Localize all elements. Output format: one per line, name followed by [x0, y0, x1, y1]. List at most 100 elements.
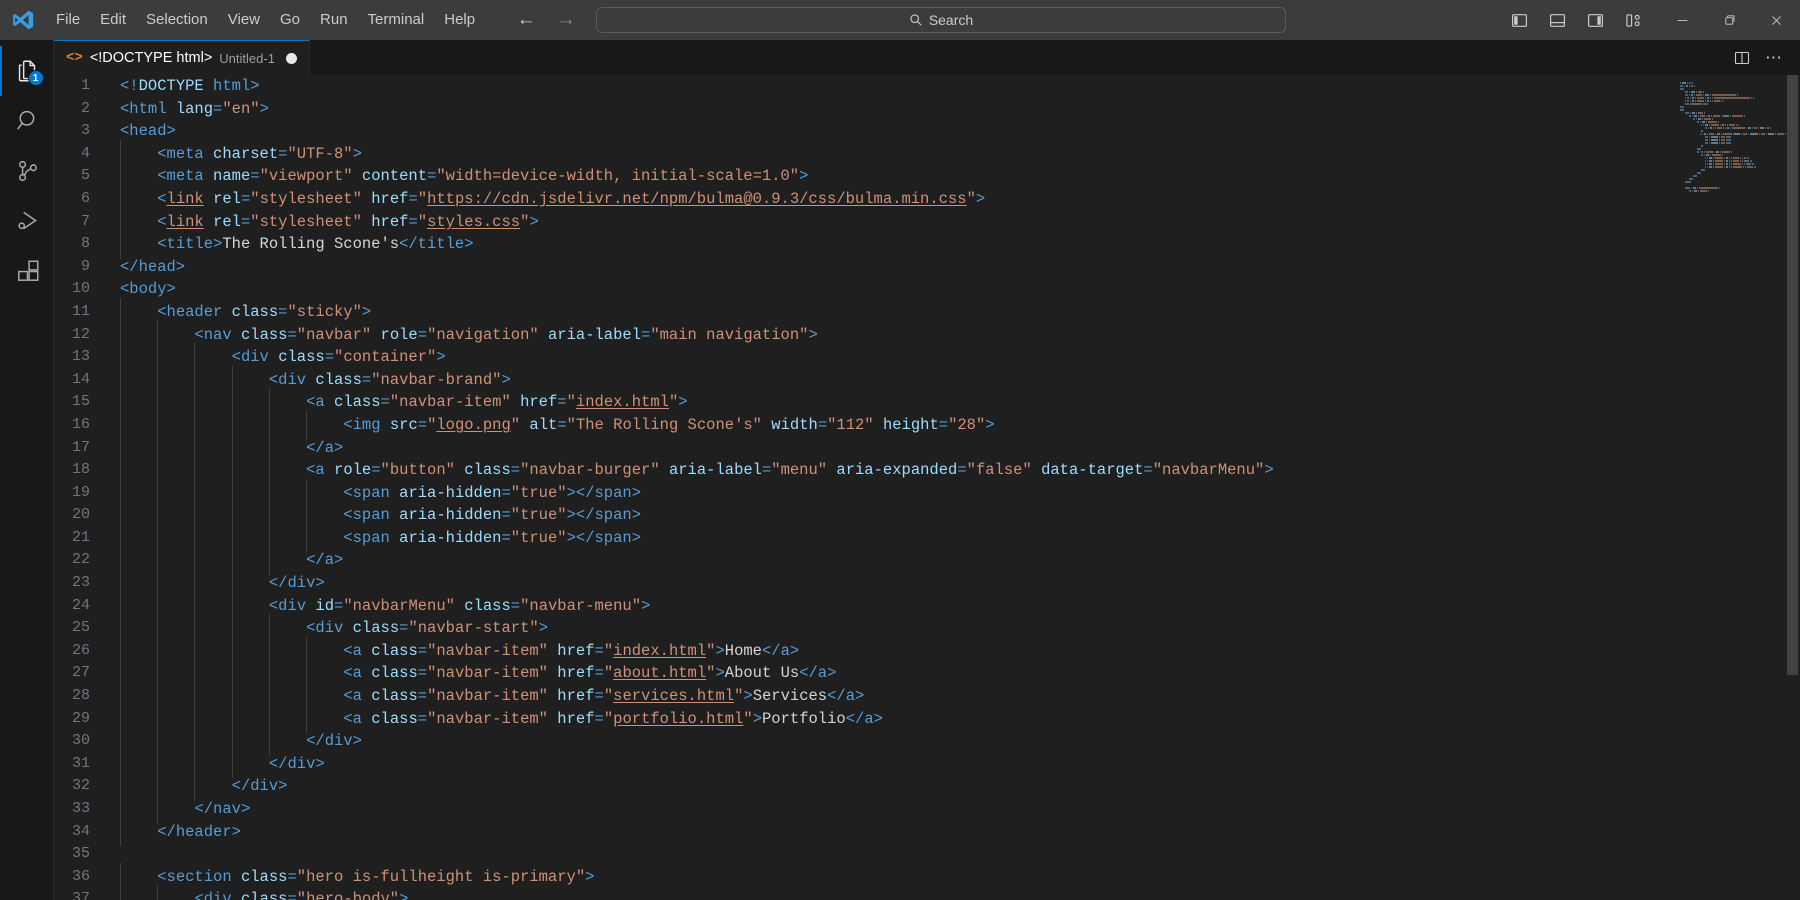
close-window-button[interactable]	[1753, 0, 1800, 40]
code-line[interactable]: 30 </div>	[54, 730, 1678, 753]
code-line[interactable]: 24 <div id="navbarMenu" class="navbar-me…	[54, 595, 1678, 618]
editor-tab-dirty-indicator[interactable]	[286, 53, 297, 64]
menu-help[interactable]: Help	[434, 7, 485, 33]
code-line-text: </a>	[112, 549, 343, 572]
search-input[interactable]: Search	[596, 7, 1286, 33]
activitybar-item-run-and-debug[interactable]	[0, 196, 54, 246]
code-line[interactable]: 21 <span aria-hidden="true"></span>	[54, 527, 1678, 550]
code-line[interactable]: 19 <span aria-hidden="true"></span>	[54, 482, 1678, 505]
activitybar-item-explorer[interactable]: 1	[0, 46, 54, 96]
code-line[interactable]: 17 </a>	[54, 437, 1678, 460]
code-line[interactable]: 6 <link rel="stylesheet" href="https://c…	[54, 188, 1678, 211]
code-line[interactable]: 23 </div>	[54, 572, 1678, 595]
minimap-segment	[1698, 190, 1699, 192]
code-line[interactable]: 36 <section class="hero is-fullheight is…	[54, 866, 1678, 889]
code-line[interactable]: 26 <a class="navbar-item" href="index.ht…	[54, 640, 1678, 663]
code-editor[interactable]: 1<!DOCTYPE html>2<html lang="en">3<head>…	[54, 75, 1800, 900]
code-line[interactable]: 32 </div>	[54, 775, 1678, 798]
code-line[interactable]: 8 <title>The Rolling Scone's</title>	[54, 233, 1678, 256]
indent-guide	[120, 821, 157, 844]
activitybar-item-search[interactable]	[0, 96, 54, 146]
minimap-segment	[1732, 115, 1743, 117]
code-token-link[interactable]: https://cdn.jsdelivr.net/npm/bulma@0.9.3…	[427, 190, 967, 208]
layout-sidebar-left-icon[interactable]	[1503, 5, 1535, 35]
code-line[interactable]: 27 <a class="navbar-item" href="about.ht…	[54, 662, 1678, 685]
layout-customize-icon[interactable]	[1617, 5, 1649, 35]
minimap-segment	[1753, 97, 1754, 99]
line-number: 33	[54, 798, 112, 821]
menu-selection[interactable]: Selection	[136, 7, 218, 33]
code-token-link[interactable]: about.html	[613, 664, 706, 682]
code-line[interactable]: 22 </a>	[54, 549, 1678, 572]
minimap-segment	[1698, 115, 1699, 117]
code-token-attr: class	[464, 597, 511, 615]
code-token-link[interactable]: index.html	[613, 642, 706, 660]
arrow-right-icon[interactable]: →	[555, 9, 577, 31]
code-line[interactable]: 35	[54, 843, 1678, 866]
editor-tab-untitled-1[interactable]: <> <!DOCTYPE html> Untitled-1	[54, 40, 310, 75]
ellipsis-icon[interactable]: ⋯	[1760, 44, 1788, 72]
scrollbar-thumb[interactable]	[1787, 75, 1798, 675]
code-line[interactable]: 15 <a class="navbar-item" href="index.ht…	[54, 391, 1678, 414]
code-token-str: "	[418, 213, 427, 231]
code-line[interactable]: 18 <a role="button" class="navbar-burger…	[54, 459, 1678, 482]
menu-run[interactable]: Run	[310, 7, 358, 33]
code-line[interactable]: 37 <div class="hero-body">	[54, 888, 1678, 900]
split-editor-icon[interactable]	[1728, 44, 1756, 72]
code-token-link[interactable]: logo.png	[436, 416, 510, 434]
code-token-str: "false"	[967, 461, 1032, 479]
code-line[interactable]: 20 <span aria-hidden="true"></span>	[54, 504, 1678, 527]
indent-guide	[120, 482, 157, 505]
code-line[interactable]: 2<html lang="en">	[54, 98, 1678, 121]
editor-vertical-scrollbar[interactable]	[1786, 75, 1800, 900]
layout-panel-bottom-icon[interactable]	[1541, 5, 1573, 35]
code-scroll-area[interactable]: 1<!DOCTYPE html>2<html lang="en">3<head>…	[54, 75, 1678, 900]
code-line[interactable]: 11 <header class="sticky">	[54, 301, 1678, 324]
code-line[interactable]: 13 <div class="container">	[54, 346, 1678, 369]
indent-guide	[157, 549, 194, 572]
minimap-segment	[1723, 127, 1724, 129]
code-token-tag: </header>	[157, 823, 241, 841]
minimap-segment	[1721, 115, 1722, 117]
code-token-tag: =	[325, 348, 334, 366]
code-line[interactable]: 31 </div>	[54, 753, 1678, 776]
arrow-left-icon[interactable]: ←	[515, 9, 537, 31]
code-line[interactable]: 14 <div class="navbar-brand">	[54, 369, 1678, 392]
code-line[interactable]: 4 <meta charset="UTF-8">	[54, 143, 1678, 166]
activitybar-item-source-control[interactable]	[0, 146, 54, 196]
code-token-tag: =	[595, 687, 604, 705]
code-line[interactable]: 25 <div class="navbar-start">	[54, 617, 1678, 640]
activitybar-item-extensions[interactable]	[0, 246, 54, 296]
code-line[interactable]: 34 </header>	[54, 821, 1678, 844]
code-line[interactable]: 28 <a class="navbar-item" href="services…	[54, 685, 1678, 708]
code-line[interactable]: 12 <nav class="navbar" role="navigation"…	[54, 324, 1678, 347]
code-line[interactable]: 16 <img src="logo.png" alt="The Rolling …	[54, 414, 1678, 437]
code-token-link[interactable]: services.html	[613, 687, 734, 705]
code-line[interactable]: 1<!DOCTYPE html>	[54, 75, 1678, 98]
layout-sidebar-right-icon[interactable]	[1579, 5, 1611, 35]
minimap[interactable]	[1678, 75, 1786, 900]
menu-go[interactable]: Go	[270, 7, 310, 33]
menu-terminal[interactable]: Terminal	[358, 7, 435, 33]
code-line[interactable]: 29 <a class="navbar-item" href="portfoli…	[54, 708, 1678, 731]
code-token-link[interactable]: styles.css	[427, 213, 520, 231]
code-line[interactable]: 5 <meta name="viewport" content="width=d…	[54, 165, 1678, 188]
menu-edit[interactable]: Edit	[90, 7, 136, 33]
code-line[interactable]: 7 <link rel="stylesheet" href="styles.cs…	[54, 211, 1678, 234]
maximize-window-button[interactable]	[1706, 0, 1753, 40]
code-line[interactable]: 33 </nav>	[54, 798, 1678, 821]
menu-view[interactable]: View	[218, 7, 270, 33]
code-token-tag: <section	[157, 868, 231, 886]
code-line[interactable]: 9</head>	[54, 256, 1678, 279]
code-token-taglink[interactable]: link	[167, 190, 204, 208]
minimize-window-button[interactable]	[1659, 0, 1706, 40]
code-token-tag: <div	[232, 348, 269, 366]
menu-file[interactable]: File	[46, 7, 90, 33]
code-token-taglink[interactable]: link	[167, 213, 204, 231]
code-token-link[interactable]: portfolio.html	[613, 710, 743, 728]
code-line[interactable]: 3<head>	[54, 120, 1678, 143]
code-line[interactable]: 10<body>	[54, 278, 1678, 301]
minimap-segment	[1719, 187, 1720, 189]
code-token-link[interactable]: index.html	[576, 393, 669, 411]
minimap-segment	[1709, 124, 1710, 126]
